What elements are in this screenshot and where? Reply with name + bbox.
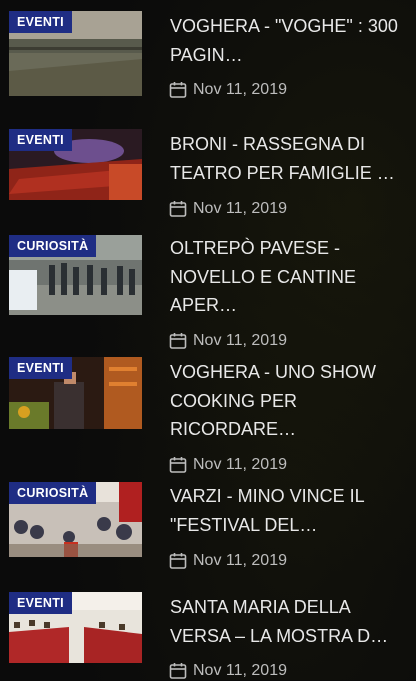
date-text: Nov 11, 2019 — [193, 662, 287, 679]
article-date: Nov 11, 2019 — [169, 199, 287, 219]
category-badge[interactable]: EVENTI — [9, 592, 72, 614]
thumbnail-cooking[interactable]: EVENTI — [9, 357, 142, 429]
calendar-icon — [169, 201, 187, 217]
article-date: Nov 11, 2019 — [169, 331, 287, 351]
category-badge[interactable]: CURIOSITÀ — [9, 235, 97, 257]
article-title[interactable]: BRONI - RASSEGNA DI TEATRO PER FAMIGLIE … — [170, 130, 412, 187]
date-text: Nov 11, 2019 — [193, 332, 287, 349]
calendar-icon — [169, 333, 187, 349]
date-text: Nov 11, 2019 — [193, 456, 287, 473]
calendar-icon — [169, 457, 187, 473]
article-title[interactable]: VOGHERA - UNO SHOW COOKING PER RICORDARE… — [170, 358, 412, 444]
article-title[interactable]: VARZI - MINO VINCE IL "FESTIVAL DEL… — [170, 482, 412, 539]
date-text: Nov 11, 2019 — [193, 552, 287, 569]
article-title[interactable]: SANTA MARIA DELLA VERSA – LA MOSTRA D… — [170, 593, 412, 650]
date-text: Nov 11, 2019 — [193, 81, 287, 98]
article-date: Nov 11, 2019 — [169, 551, 287, 571]
category-badge[interactable]: EVENTI — [9, 357, 72, 379]
category-badge[interactable]: EVENTI — [9, 11, 72, 33]
category-badge[interactable]: CURIOSITÀ — [9, 482, 97, 504]
date-text: Nov 11, 2019 — [193, 200, 287, 217]
article-date: Nov 11, 2019 — [169, 80, 287, 100]
calendar-icon — [169, 82, 187, 98]
thumbnail-festival[interactable]: CURIOSITÀ — [9, 482, 142, 557]
article-date: Nov 11, 2019 — [169, 455, 287, 475]
thumbnail-stadium[interactable]: EVENTI — [9, 11, 142, 96]
article-date: Nov 11, 2019 — [169, 661, 287, 681]
calendar-icon — [169, 663, 187, 679]
thumbnail-crowd[interactable]: CURIOSITÀ — [9, 235, 142, 315]
article-title[interactable]: OLTREPÒ PAVESE - NOVELLO E CANTINE APER… — [170, 234, 412, 320]
thumbnail-theater[interactable]: EVENTI — [9, 129, 142, 200]
article-title[interactable]: VOGHERA - "VOGHE" : 300 PAGIN… — [170, 12, 412, 69]
thumbnail-exhibition[interactable]: EVENTI — [9, 592, 142, 663]
calendar-icon — [169, 553, 187, 569]
category-badge[interactable]: EVENTI — [9, 129, 72, 151]
